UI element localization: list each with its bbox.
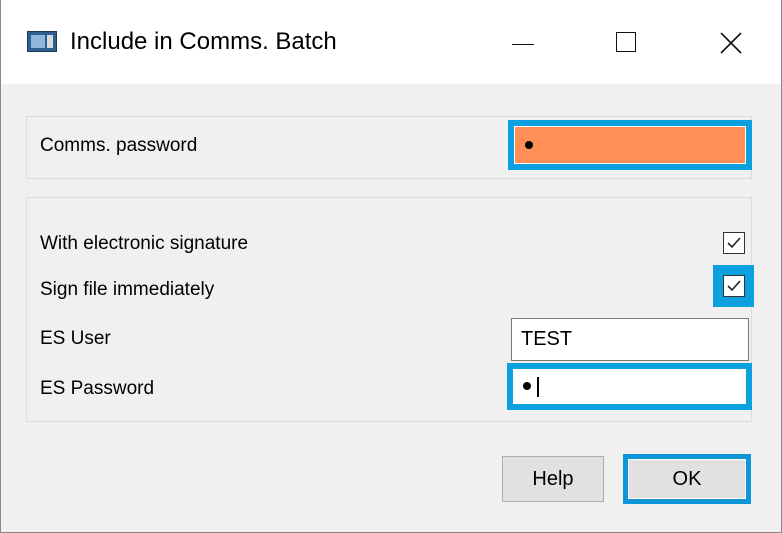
comms-password-mask-dot [525,141,533,149]
es-user-value: TEST [521,328,573,350]
comms-password-label: Comms. password [40,135,198,156]
with-electronic-signature-checkbox[interactable] [723,232,745,254]
es-password-input[interactable] [507,363,752,410]
window-title: Include in Comms. Batch [70,28,337,55]
close-icon [720,32,742,54]
checkmark-icon [727,237,741,249]
es-user-label: ES User [40,328,111,349]
close-button[interactable] [679,0,782,84]
maximize-button[interactable] [575,0,679,84]
comms-password-field-inner [514,126,746,164]
es-password-label: ES Password [40,378,155,399]
comms-password-field[interactable] [508,120,752,170]
minimize-button[interactable] [471,0,575,84]
es-user-input[interactable]: TEST [511,318,749,361]
title-bar[interactable]: Include in Comms. Batch [1,0,781,84]
with-electronic-signature-label: With electronic signature [40,233,249,254]
sign-file-immediately-label: Sign file immediately [40,279,215,300]
app-window-icon [27,31,57,52]
text-caret [537,377,539,397]
checkmark-icon [727,280,741,292]
ok-button[interactable]: OK [623,454,751,504]
help-button[interactable]: Help [502,456,604,502]
es-password-mask-dot [523,382,531,390]
sign-file-immediately-checkbox[interactable] [723,275,745,297]
dialog-window: Include in Comms. Batch Comms. password … [0,0,782,533]
